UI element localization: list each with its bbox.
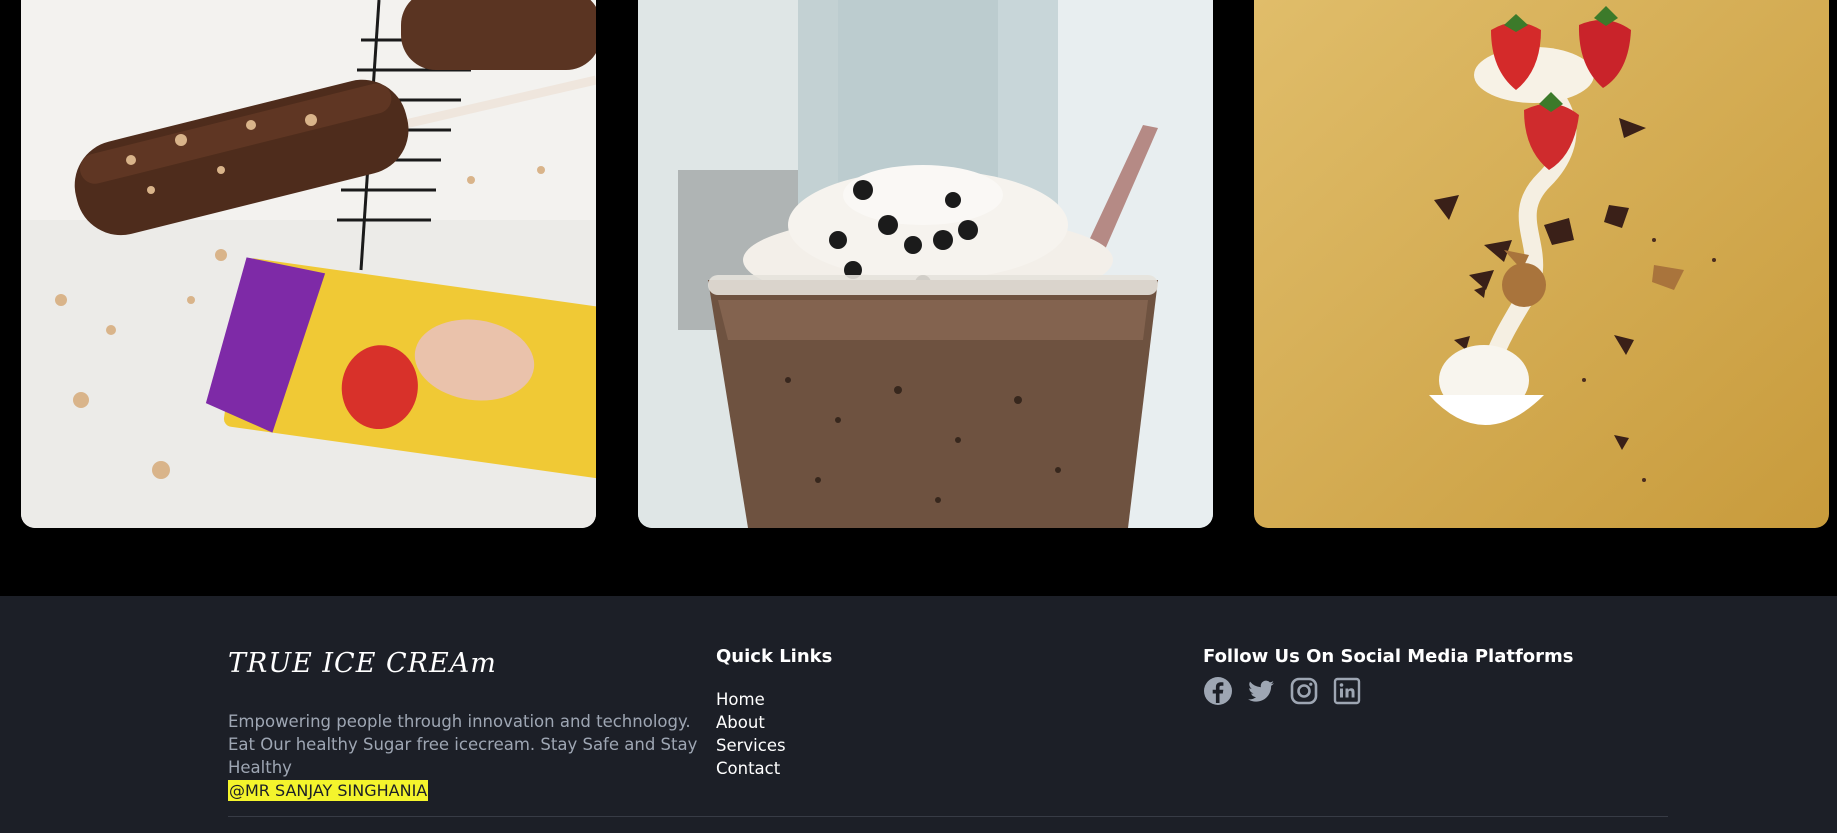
quick-links-title: Quick Links — [716, 646, 833, 667]
footer-divider — [228, 816, 1668, 817]
quick-link-contact[interactable]: Contact — [716, 757, 786, 780]
footer-description: Empowering people through innovation and… — [228, 710, 698, 802]
instagram-icon[interactable] — [1289, 676, 1319, 706]
author-credit: @MR SANJAY SINGHANIA — [228, 780, 429, 801]
quick-link-about[interactable]: About — [716, 711, 786, 734]
footer-description-text: Empowering people through innovation and… — [228, 712, 698, 777]
twitter-icon[interactable] — [1246, 676, 1276, 706]
social-icons — [1203, 676, 1362, 706]
gallery-image-frappe[interactable] — [638, 0, 1213, 528]
facebook-icon[interactable] — [1203, 676, 1233, 706]
social-title: Follow Us On Social Media Platforms — [1203, 646, 1574, 667]
gallery-image-ice-cream-bar[interactable] — [21, 0, 596, 528]
image-gallery — [0, 0, 1837, 596]
linkedin-icon[interactable] — [1332, 676, 1362, 706]
site-footer: TRUE ICE CREAm Empowering people through… — [0, 596, 1837, 833]
brand-logo-text: TRUE ICE CREAm — [228, 648, 497, 679]
quick-link-services[interactable]: Services — [716, 734, 786, 757]
gallery-image-strawberry-chocolate[interactable] — [1254, 0, 1829, 528]
quick-links-list: Home About Services Contact — [716, 688, 786, 780]
quick-link-home[interactable]: Home — [716, 688, 786, 711]
